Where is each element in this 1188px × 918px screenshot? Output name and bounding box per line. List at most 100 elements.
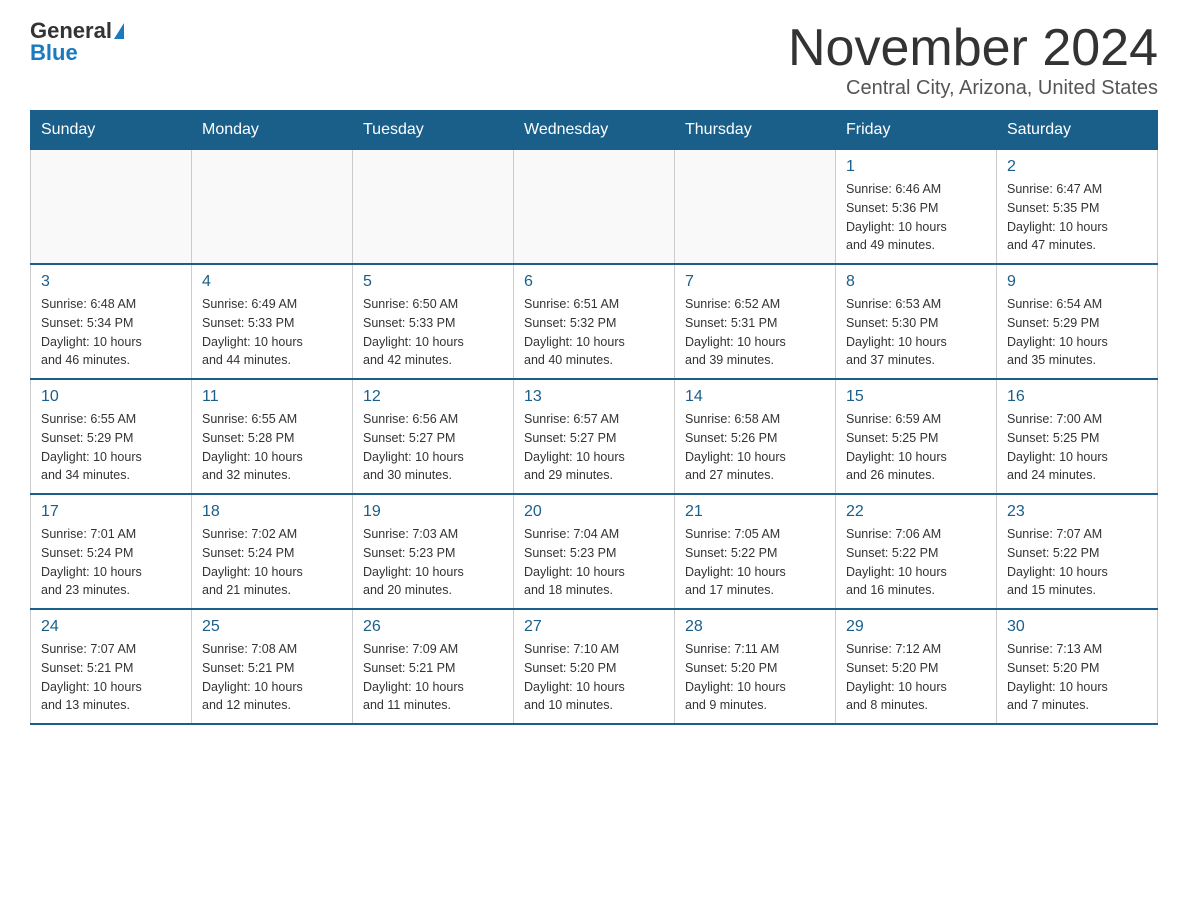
day-number: 20 xyxy=(524,503,664,521)
title-block: November 2024 Central City, Arizona, Uni… xyxy=(788,20,1158,100)
calendar-cell: 1 Sunrise: 6:46 AM Sunset: 5:36 PM Daylig… xyxy=(836,150,997,265)
calendar-cell: 16 Sunrise: 7:00 AM Sunset: 5:25 PM Dayli… xyxy=(997,379,1158,494)
calendar-cell: 29 Sunrise: 7:12 AM Sunset: 5:20 PM Dayli… xyxy=(836,609,997,724)
calendar-cell: 28Sunrise: 7:11 AM Sunset: 5:20 PM Dayli… xyxy=(675,609,836,724)
calendar-cell: 26 Sunrise: 7:09 AM Sunset: 5:21 PM Dayli… xyxy=(353,609,514,724)
logo-triangle-icon xyxy=(114,23,124,39)
calendar-cell: 4Sunrise: 6:49 AM Sunset: 5:33 PM Daylig… xyxy=(192,264,353,379)
calendar-cell xyxy=(192,150,353,265)
day-info: Sunrise: 7:09 AM Sunset: 5:21 PM Dayligh… xyxy=(363,640,503,715)
day-info: Sunrise: 7:11 AM Sunset: 5:20 PM Dayligh… xyxy=(685,640,825,715)
day-info: Sunrise: 6:48 AM Sunset: 5:34 PM Dayligh… xyxy=(41,295,181,370)
day-info: Sunrise: 6:56 AM Sunset: 5:27 PM Dayligh… xyxy=(363,410,503,485)
calendar-cell: 12 Sunrise: 6:56 AM Sunset: 5:27 PM Dayli… xyxy=(353,379,514,494)
day-info: Sunrise: 7:12 AM Sunset: 5:20 PM Dayligh… xyxy=(846,640,986,715)
calendar-table: SundayMondayTuesdayWednesdayThursdayFrid… xyxy=(30,110,1158,725)
day-info: Sunrise: 7:06 AM Sunset: 5:22 PM Dayligh… xyxy=(846,525,986,600)
day-number: 3 xyxy=(41,273,181,291)
calendar-cell: 17 Sunrise: 7:01 AM Sunset: 5:24 PM Dayli… xyxy=(31,494,192,609)
page-header: General Blue November 2024 Central City,… xyxy=(30,20,1158,100)
day-info: Sunrise: 6:53 AM Sunset: 5:30 PM Dayligh… xyxy=(846,295,986,370)
calendar-cell: 20 Sunrise: 7:04 AM Sunset: 5:23 PM Dayli… xyxy=(514,494,675,609)
day-number: 14 xyxy=(685,388,825,406)
logo-general-text: General xyxy=(30,20,112,42)
day-number: 24 xyxy=(41,618,181,636)
day-info: Sunrise: 6:57 AM Sunset: 5:27 PM Dayligh… xyxy=(524,410,664,485)
calendar-week-row: 24 Sunrise: 7:07 AM Sunset: 5:21 PM Dayli… xyxy=(31,609,1158,724)
day-number: 23 xyxy=(1007,503,1147,521)
column-header-wednesday: Wednesday xyxy=(514,111,675,150)
calendar-cell: 6 Sunrise: 6:51 AM Sunset: 5:32 PM Daylig… xyxy=(514,264,675,379)
day-info: Sunrise: 7:04 AM Sunset: 5:23 PM Dayligh… xyxy=(524,525,664,600)
day-number: 29 xyxy=(846,618,986,636)
calendar-cell: 19 Sunrise: 7:03 AM Sunset: 5:23 PM Dayli… xyxy=(353,494,514,609)
day-number: 30 xyxy=(1007,618,1147,636)
calendar-cell: 15 Sunrise: 6:59 AM Sunset: 5:25 PM Dayli… xyxy=(836,379,997,494)
day-info: Sunrise: 7:13 AM Sunset: 5:20 PM Dayligh… xyxy=(1007,640,1147,715)
day-info: Sunrise: 7:00 AM Sunset: 5:25 PM Dayligh… xyxy=(1007,410,1147,485)
day-number: 27 xyxy=(524,618,664,636)
day-info: Sunrise: 7:07 AM Sunset: 5:22 PM Dayligh… xyxy=(1007,525,1147,600)
day-info: Sunrise: 6:54 AM Sunset: 5:29 PM Dayligh… xyxy=(1007,295,1147,370)
day-info: Sunrise: 6:55 AM Sunset: 5:28 PM Dayligh… xyxy=(202,410,342,485)
calendar-cell: 18 Sunrise: 7:02 AM Sunset: 5:24 PM Dayli… xyxy=(192,494,353,609)
day-info: Sunrise: 7:01 AM Sunset: 5:24 PM Dayligh… xyxy=(41,525,181,600)
logo: General Blue xyxy=(30,20,124,64)
calendar-cell: 21 Sunrise: 7:05 AM Sunset: 5:22 PM Dayli… xyxy=(675,494,836,609)
day-number: 17 xyxy=(41,503,181,521)
calendar-week-row: 3 Sunrise: 6:48 AM Sunset: 5:34 PM Daylig… xyxy=(31,264,1158,379)
day-number: 1 xyxy=(846,158,986,176)
day-number: 18 xyxy=(202,503,342,521)
day-number: 19 xyxy=(363,503,503,521)
day-number: 26 xyxy=(363,618,503,636)
day-info: Sunrise: 7:02 AM Sunset: 5:24 PM Dayligh… xyxy=(202,525,342,600)
day-info: Sunrise: 6:59 AM Sunset: 5:25 PM Dayligh… xyxy=(846,410,986,485)
calendar-cell xyxy=(353,150,514,265)
day-number: 12 xyxy=(363,388,503,406)
day-number: 16 xyxy=(1007,388,1147,406)
day-info: Sunrise: 6:52 AM Sunset: 5:31 PM Dayligh… xyxy=(685,295,825,370)
day-info: Sunrise: 7:08 AM Sunset: 5:21 PM Dayligh… xyxy=(202,640,342,715)
calendar-cell: 22 Sunrise: 7:06 AM Sunset: 5:22 PM Dayli… xyxy=(836,494,997,609)
column-header-tuesday: Tuesday xyxy=(353,111,514,150)
day-number: 25 xyxy=(202,618,342,636)
day-info: Sunrise: 6:46 AM Sunset: 5:36 PM Dayligh… xyxy=(846,180,986,255)
day-info: Sunrise: 7:03 AM Sunset: 5:23 PM Dayligh… xyxy=(363,525,503,600)
day-number: 21 xyxy=(685,503,825,521)
calendar-week-row: 17 Sunrise: 7:01 AM Sunset: 5:24 PM Dayli… xyxy=(31,494,1158,609)
calendar-cell: 14 Sunrise: 6:58 AM Sunset: 5:26 PM Dayli… xyxy=(675,379,836,494)
calendar-cell: 25 Sunrise: 7:08 AM Sunset: 5:21 PM Dayli… xyxy=(192,609,353,724)
column-header-saturday: Saturday xyxy=(997,111,1158,150)
day-number: 22 xyxy=(846,503,986,521)
day-number: 5 xyxy=(363,273,503,291)
day-info: Sunrise: 6:55 AM Sunset: 5:29 PM Dayligh… xyxy=(41,410,181,485)
calendar-cell xyxy=(514,150,675,265)
calendar-cell: 2 Sunrise: 6:47 AM Sunset: 5:35 PM Daylig… xyxy=(997,150,1158,265)
day-info: Sunrise: 6:47 AM Sunset: 5:35 PM Dayligh… xyxy=(1007,180,1147,255)
calendar-header-row: SundayMondayTuesdayWednesdayThursdayFrid… xyxy=(31,111,1158,150)
calendar-cell xyxy=(675,150,836,265)
calendar-title: November 2024 xyxy=(788,20,1158,77)
day-number: 10 xyxy=(41,388,181,406)
day-number: 11 xyxy=(202,388,342,406)
calendar-cell: 30 Sunrise: 7:13 AM Sunset: 5:20 PM Dayli… xyxy=(997,609,1158,724)
logo-blue-text: Blue xyxy=(30,42,78,64)
calendar-cell: 13Sunrise: 6:57 AM Sunset: 5:27 PM Dayli… xyxy=(514,379,675,494)
day-number: 15 xyxy=(846,388,986,406)
day-info: Sunrise: 6:49 AM Sunset: 5:33 PM Dayligh… xyxy=(202,295,342,370)
calendar-cell: 9Sunrise: 6:54 AM Sunset: 5:29 PM Daylig… xyxy=(997,264,1158,379)
column-header-sunday: Sunday xyxy=(31,111,192,150)
calendar-subtitle: Central City, Arizona, United States xyxy=(788,77,1158,100)
day-info: Sunrise: 7:07 AM Sunset: 5:21 PM Dayligh… xyxy=(41,640,181,715)
day-number: 2 xyxy=(1007,158,1147,176)
calendar-cell: 11 Sunrise: 6:55 AM Sunset: 5:28 PM Dayli… xyxy=(192,379,353,494)
day-info: Sunrise: 6:51 AM Sunset: 5:32 PM Dayligh… xyxy=(524,295,664,370)
day-info: Sunrise: 6:58 AM Sunset: 5:26 PM Dayligh… xyxy=(685,410,825,485)
column-header-friday: Friday xyxy=(836,111,997,150)
calendar-week-row: 10 Sunrise: 6:55 AM Sunset: 5:29 PM Dayli… xyxy=(31,379,1158,494)
day-info: Sunrise: 7:05 AM Sunset: 5:22 PM Dayligh… xyxy=(685,525,825,600)
calendar-cell: 10 Sunrise: 6:55 AM Sunset: 5:29 PM Dayli… xyxy=(31,379,192,494)
calendar-cell: 3 Sunrise: 6:48 AM Sunset: 5:34 PM Daylig… xyxy=(31,264,192,379)
day-number: 7 xyxy=(685,273,825,291)
day-number: 6 xyxy=(524,273,664,291)
